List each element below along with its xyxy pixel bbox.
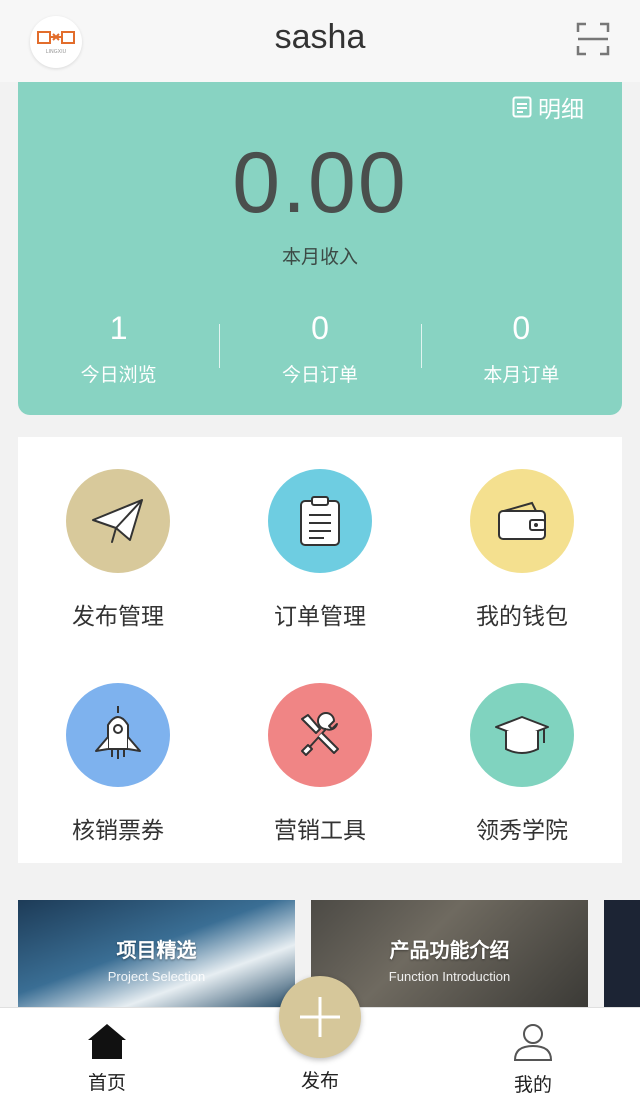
banner-title: 产品功能介绍 <box>389 938 510 962</box>
menu-my-wallet[interactable]: 我的钱包 <box>422 469 622 631</box>
stat-month-orders[interactable]: 0 本月订单 <box>420 308 622 388</box>
banner-title: 项目精选 <box>116 938 197 962</box>
monthly-income-label: 本月收入 <box>281 246 358 268</box>
detail-label: 明细 <box>538 97 584 123</box>
publish-button[interactable] <box>279 976 361 1058</box>
scan-button[interactable] <box>576 22 610 56</box>
menu-marketing-tools[interactable]: 营销工具 <box>220 683 420 845</box>
menu-label: 领秀学院 <box>476 818 568 844</box>
banner-function-introduction[interactable]: 产品功能介绍 Function Introduction <box>311 900 588 1007</box>
menu-publish-management[interactable]: 发布管理 <box>18 469 218 631</box>
menu-label: 发布管理 <box>72 604 164 630</box>
scan-icon <box>576 22 610 56</box>
monthly-income-value: 0.00 <box>232 135 408 231</box>
tab-publish-label: 发布 <box>300 1070 339 1092</box>
tab-mine[interactable]: 我的 <box>473 1022 593 1097</box>
tab-label: 我的 <box>513 1074 552 1096</box>
menu-order-management[interactable]: 订单管理 <box>220 469 420 631</box>
rocket-icon <box>66 683 170 787</box>
stat-label: 本月订单 <box>483 364 560 386</box>
menu-label: 核销票券 <box>72 818 164 844</box>
banner-subtitle: Project Selection <box>107 969 206 984</box>
home-icon <box>88 1024 126 1059</box>
top-bar: LINGXIU sasha <box>0 0 640 82</box>
document-icon <box>512 96 532 118</box>
clipboard-icon <box>268 469 372 573</box>
plus-icon <box>300 997 340 1037</box>
banner-project-selection[interactable]: 项目精选 Project Selection <box>18 900 295 1007</box>
banner-next-preview[interactable] <box>604 900 640 1007</box>
stat-label: 今日订单 <box>281 364 358 386</box>
stat-today-views[interactable]: 1 今日浏览 <box>18 308 219 388</box>
wallet-icon <box>470 469 574 573</box>
stat-value: 0 <box>512 310 531 346</box>
income-summary-card: 明细 0.00 本月收入 1 今日浏览 0 今日订单 0 本月订单 <box>18 82 622 415</box>
paper-plane-icon <box>66 469 170 573</box>
stat-label: 今日浏览 <box>80 364 157 386</box>
stat-value: 0 <box>311 310 329 346</box>
menu-label: 营销工具 <box>274 818 366 844</box>
menu-verify-tickets[interactable]: 核销票券 <box>18 683 218 845</box>
menu-label: 我的钱包 <box>476 604 568 630</box>
page-title: sasha <box>274 18 366 56</box>
user-icon <box>513 1024 553 1061</box>
detail-link[interactable]: 明细 <box>512 90 584 124</box>
stat-today-orders[interactable]: 0 今日订单 <box>219 308 420 388</box>
menu-label: 订单管理 <box>274 604 366 630</box>
graduation-cap-icon <box>470 683 574 787</box>
tools-icon <box>268 683 372 787</box>
tab-label: 首页 <box>87 1072 126 1094</box>
stat-value: 1 <box>109 310 128 346</box>
tab-home[interactable]: 首页 <box>47 1022 167 1095</box>
menu-lingxiu-academy[interactable]: 领秀学院 <box>422 683 622 845</box>
stats-row: 1 今日浏览 0 今日订单 0 本月订单 <box>18 308 622 388</box>
banner-subtitle: Function Introduction <box>388 969 511 984</box>
feature-menu: 发布管理 订单管理 我的钱包 核销票券 营销工具 领秀学院 <box>18 437 622 863</box>
